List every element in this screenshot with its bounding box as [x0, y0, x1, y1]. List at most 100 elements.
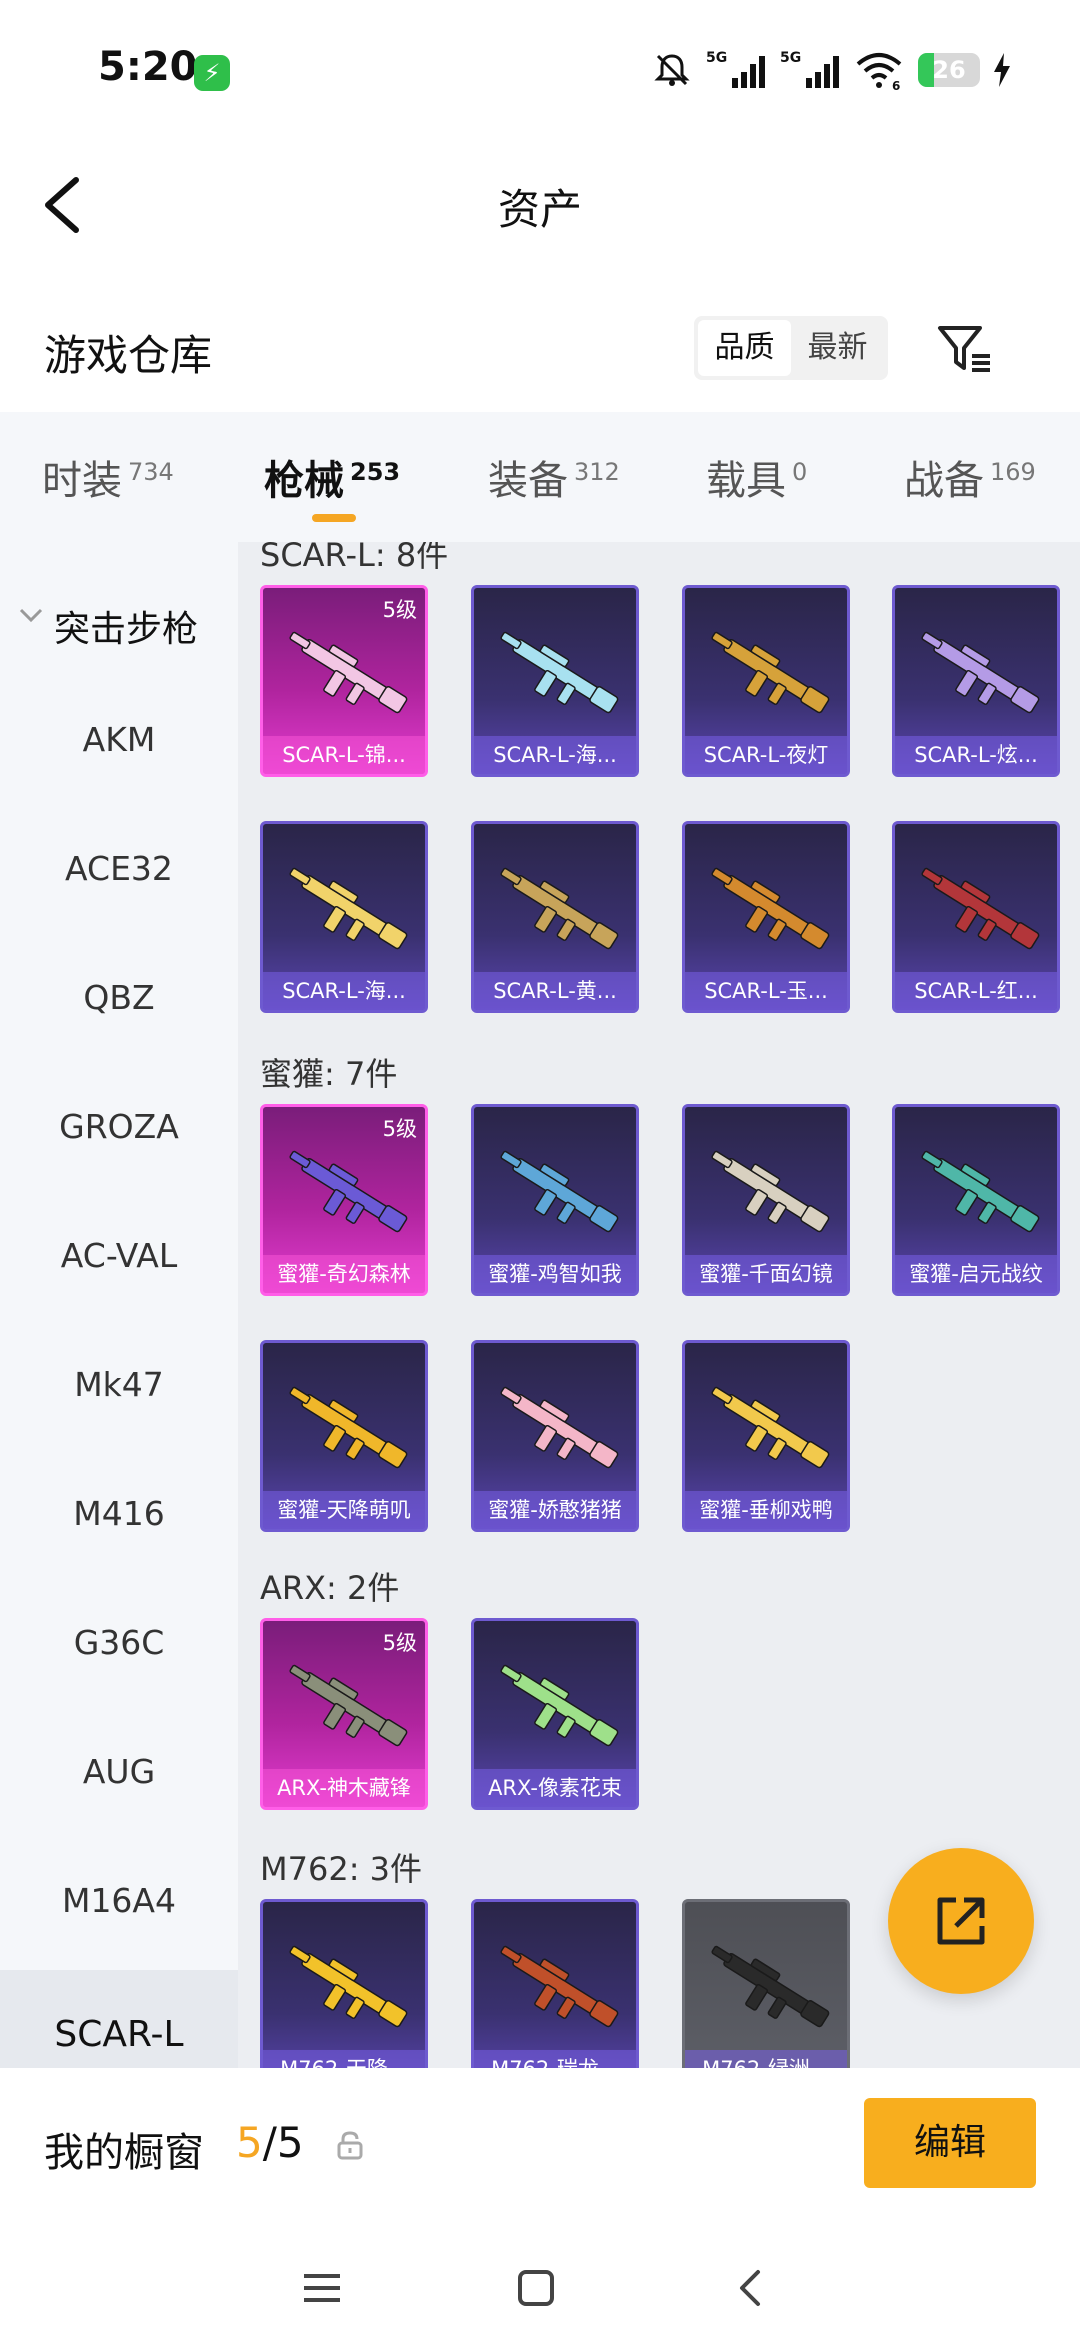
weapon-card[interactable]: 5级 ARX-神木藏锋	[260, 1618, 428, 1810]
share-fab-button[interactable]	[888, 1848, 1034, 1994]
weapon-type-sidebar: 突击步枪 AKM ACE32 QBZ GROZA AC-VAL Mk47 M41…	[0, 542, 238, 2068]
app-header: 资产	[0, 140, 1080, 270]
weapon-rifle-icon	[289, 867, 408, 950]
sidebar-item-aug[interactable]: AUG	[0, 1707, 238, 1836]
tab-equipment[interactable]: 装备 312	[488, 448, 620, 506]
card-name: M762-绿洲...	[685, 2050, 847, 2068]
card-name: M762-瑞龙...	[474, 2050, 636, 2068]
signal-5g-label-2: 5G	[780, 50, 801, 66]
sidebar-item-g36c[interactable]: G36C	[0, 1578, 238, 1707]
weapon-card[interactable]: SCAR-L-红...	[892, 821, 1060, 1013]
tab-label: 装备	[488, 458, 568, 504]
sidebar-item-m416[interactable]: M416	[0, 1449, 238, 1578]
weapon-card[interactable]: 蜜獾-天降萌叽	[260, 1340, 428, 1532]
status-icons: 5G 5G 6 26	[652, 48, 1010, 92]
sidebar-item-m16a4[interactable]: M16A4	[0, 1836, 238, 1965]
sidebar-item-akm[interactable]: AKM	[0, 675, 238, 804]
weapon-card[interactable]: 5级 蜜獾-奇幻森林	[260, 1104, 428, 1296]
tab-firearms[interactable]: 枪械 253	[264, 448, 400, 506]
weapon-card[interactable]: M762-绿洲...	[682, 1899, 850, 2068]
edit-button[interactable]: 编辑	[864, 2098, 1036, 2188]
page-title: 资产	[497, 185, 582, 234]
showcase-used: 5	[236, 2118, 263, 2167]
sidebar-item-qbz[interactable]: QBZ	[0, 933, 238, 1062]
active-tab-indicator	[312, 514, 356, 522]
weapon-card[interactable]: SCAR-L-黄...	[471, 821, 639, 1013]
weapon-card[interactable]: 蜜獾-垂柳戏鸭	[682, 1340, 850, 1532]
card-name: SCAR-L-红...	[895, 972, 1057, 1010]
signal-5g-icon-2: 5G	[780, 50, 839, 88]
weapon-card[interactable]: SCAR-L-海...	[260, 821, 428, 1013]
sidebar-group-label: 突击步枪	[54, 609, 199, 650]
weapon-card[interactable]: 5级 SCAR-L-锦...	[260, 585, 428, 777]
card-name: 蜜獾-千面幻镜	[685, 1255, 847, 1293]
card-name: SCAR-L-夜灯	[685, 736, 847, 774]
sidebar-group-assault-rifles[interactable]: 突击步枪	[0, 582, 238, 662]
chevron-down-icon	[19, 608, 43, 623]
weapon-rifle-icon	[711, 631, 830, 714]
showcase-total: 5	[276, 2118, 304, 2167]
card-name: M762-天降...	[263, 2050, 425, 2068]
card-name: 蜜獾-奇幻森林	[263, 1255, 425, 1293]
weapon-rifle-icon	[711, 867, 830, 950]
weapon-rifle-icon	[500, 867, 619, 950]
weapon-card[interactable]: 蜜獾-千面幻镜	[682, 1104, 850, 1296]
tab-count: 734	[128, 457, 174, 486]
card-name: SCAR-L-海...	[263, 972, 425, 1010]
tab-count: 253	[350, 457, 401, 486]
card-name: 蜜獾-鸡智如我	[474, 1255, 636, 1293]
card-name: SCAR-L-海...	[474, 736, 636, 774]
weapon-card[interactable]: SCAR-L-玉...	[682, 821, 850, 1013]
weapon-rifle-icon	[500, 631, 619, 714]
weapon-card[interactable]: 蜜獾-鸡智如我	[471, 1104, 639, 1296]
sidebar-item-groza[interactable]: GROZA	[0, 1062, 238, 1191]
back-icon[interactable]	[722, 2258, 782, 2318]
mute-bell-icon	[654, 54, 690, 86]
section-label: 蜜獾: 7件	[260, 1055, 398, 1093]
home-square-icon[interactable]	[506, 2258, 566, 2318]
section-label: SCAR-L: 8件	[260, 542, 449, 574]
showcase-count: 5/5	[236, 2118, 304, 2167]
menu-icon[interactable]	[292, 2258, 352, 2318]
weapon-rifle-icon	[711, 1150, 830, 1233]
weapon-rifle-icon	[711, 1945, 830, 2028]
filter-icon[interactable]	[934, 318, 994, 378]
card-name: SCAR-L-黄...	[474, 972, 636, 1010]
sidebar-item-ac-val[interactable]: AC-VAL	[0, 1191, 238, 1320]
weapon-card[interactable]: SCAR-L-炫...	[892, 585, 1060, 777]
weapon-card[interactable]: ARX-像素花束	[471, 1618, 639, 1810]
tab-count: 312	[574, 457, 620, 486]
battery-icon: 26	[918, 53, 980, 87]
tab-vehicles[interactable]: 载具 0	[706, 448, 807, 506]
signal-5g-icon-1: 5G	[706, 50, 765, 88]
card-name: 蜜獾-娇憨猪猪	[474, 1491, 636, 1529]
weapon-card[interactable]: 蜜獾-启元战纹	[892, 1104, 1060, 1296]
tab-gear[interactable]: 战备 169	[904, 448, 1036, 506]
weapon-rifle-icon	[500, 1386, 619, 1469]
status-time: 5:20	[98, 44, 198, 90]
tab-fashion[interactable]: 时装 734	[42, 448, 174, 506]
sidebar-item-ace32[interactable]: ACE32	[0, 804, 238, 933]
sidebar-item-scar-l[interactable]: SCAR-L	[0, 1970, 238, 2068]
tab-label: 时装	[42, 458, 122, 504]
showcase-bar: 我的橱窗 5/5 编辑	[0, 2068, 1080, 2218]
sort-newest-button[interactable]: 最新	[791, 320, 884, 376]
card-name: SCAR-L-玉...	[685, 972, 847, 1010]
weapon-rifle-icon	[921, 631, 1040, 714]
weapon-card[interactable]: SCAR-L-夜灯	[682, 585, 850, 777]
card-name: SCAR-L-锦...	[263, 736, 425, 774]
wifi-icon: 6	[856, 53, 902, 92]
charging-app-icon: ⚡	[194, 55, 230, 91]
weapon-rifle-icon	[500, 1664, 619, 1747]
card-name: ARX-像素花束	[474, 1769, 636, 1807]
lock-icon	[337, 2131, 363, 2160]
tab-label: 战备	[904, 458, 984, 504]
weapon-card[interactable]: M762-天降...	[260, 1899, 428, 2068]
weapon-card[interactable]: SCAR-L-海...	[471, 585, 639, 777]
sidebar-item-mk47[interactable]: Mk47	[0, 1320, 238, 1449]
sort-quality-button[interactable]: 品质	[698, 320, 791, 376]
weapon-rifle-icon	[289, 1664, 408, 1747]
tab-label: 载具	[706, 458, 786, 504]
weapon-card[interactable]: M762-瑞龙...	[471, 1899, 639, 2068]
weapon-card[interactable]: 蜜獾-娇憨猪猪	[471, 1340, 639, 1532]
